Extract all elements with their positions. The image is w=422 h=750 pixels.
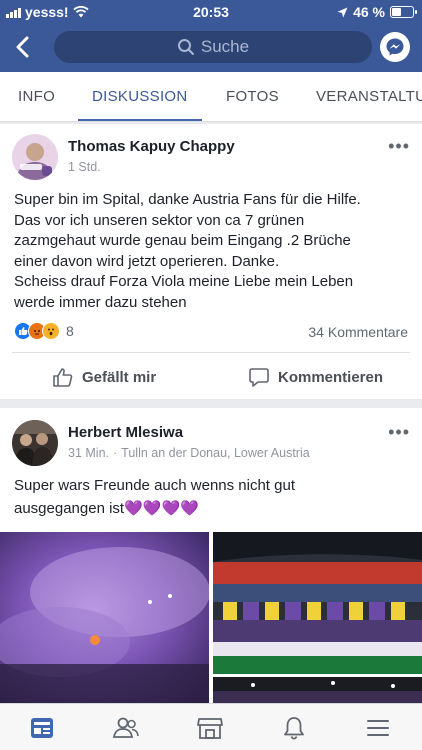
- post-text-line: einer davon wird jetzt operieren. Danke.: [14, 252, 280, 270]
- notifications-bell-icon[interactable]: [280, 714, 308, 742]
- more-options-icon[interactable]: •••: [388, 422, 410, 443]
- post-text-line: ausgegangen ist💜💜💜💜: [14, 500, 199, 517]
- tab-veranstaltungen[interactable]: VERANSTALTU: [316, 72, 422, 121]
- bottom-navigation: [0, 703, 422, 750]
- post-text-line: werde immer dazu stehen: [14, 293, 187, 311]
- like-button[interactable]: Gefällt mir: [52, 366, 156, 388]
- status-bar: yesss! 20:53 46 %: [0, 0, 422, 24]
- friends-icon[interactable]: [112, 714, 140, 742]
- photo-stadium-lights[interactable]: [213, 677, 422, 703]
- top-bar: yesss! 20:53 46 % Suche: [0, 0, 422, 72]
- post-time[interactable]: 31 Min.: [68, 446, 109, 460]
- search-icon: [177, 39, 194, 55]
- post-author[interactable]: Herbert Mlesiwa: [68, 424, 183, 441]
- location-arrow-icon: [337, 7, 348, 17]
- post-time[interactable]: 1 Std.: [68, 160, 101, 174]
- marketplace-icon[interactable]: [196, 714, 224, 742]
- battery-percent: 46 %: [353, 4, 385, 20]
- search-placeholder: Suche: [200, 37, 250, 56]
- divider: [12, 352, 410, 353]
- post-meta: 1 Std.: [68, 160, 101, 174]
- comment-count[interactable]: 34 Kommentare: [308, 324, 408, 340]
- menu-hamburger-icon[interactable]: [364, 714, 392, 742]
- messenger-icon[interactable]: [380, 32, 410, 62]
- comment-button[interactable]: Kommentieren: [248, 366, 383, 388]
- tab-fotos[interactable]: FOTOS: [226, 72, 279, 121]
- tab-diskussion[interactable]: DISKUSSION: [78, 72, 201, 121]
- wow-reaction-icon: [42, 322, 60, 340]
- post-location[interactable]: Tulln an der Donau, Lower Austria: [121, 446, 310, 460]
- thumbs-up-icon: [53, 368, 73, 387]
- post-card: Thomas Kapuy Chappy 1 Std. ••• Super bin…: [0, 124, 422, 399]
- comment-icon: [249, 368, 269, 387]
- group-tabs: INFO DISKUSSION FOTOS VERANSTALTU: [0, 72, 422, 122]
- battery-icon: [390, 6, 417, 18]
- more-options-icon[interactable]: •••: [388, 136, 410, 157]
- meta-separator: ·: [113, 446, 118, 460]
- post-meta: 31 Min. · Tulln an der Donau, Lower Aust…: [68, 446, 310, 460]
- photo-stadium-banners[interactable]: [213, 532, 422, 674]
- post-text-line: Super wars Freunde auch wenns nicht gut: [14, 477, 295, 494]
- post-text: Super wars Freunde auch wenns nicht gut …: [14, 474, 412, 520]
- avatar[interactable]: [12, 134, 58, 180]
- reaction-count: 8: [66, 323, 74, 339]
- status-right: 46 %: [337, 4, 417, 20]
- post-card: Herbert Mlesiwa 31 Min. · Tulln an der D…: [0, 408, 422, 703]
- photo-grid: [0, 532, 422, 703]
- like-label: Gefällt mir: [82, 368, 157, 386]
- nav-row: Suche: [0, 28, 422, 66]
- comment-label: Kommentieren: [278, 368, 384, 386]
- app-screen: yesss! 20:53 46 % Suche INFO DISKUSSION …: [0, 0, 422, 750]
- post-author[interactable]: Thomas Kapuy Chappy: [68, 138, 235, 155]
- post-text-line: Super bin im Spital, danke Austria Fans …: [14, 191, 361, 208]
- post-text-line: zazmgehaut wurde genau beim Eingang .2 B…: [14, 232, 351, 249]
- back-arrow-icon[interactable]: [10, 34, 36, 60]
- post-text-line: Das vor ich unseren sektor von ca 7 grün…: [14, 211, 305, 229]
- post-text-line: Scheiss drauf Forza Viola meine Liebe me…: [14, 273, 354, 290]
- post-text: Super bin im Spital, danke Austria Fans …: [14, 190, 412, 313]
- search-input[interactable]: Suche: [54, 31, 372, 63]
- news-feed-icon[interactable]: [28, 714, 56, 742]
- avatar[interactable]: [12, 420, 58, 466]
- reactions-summary[interactable]: 8: [14, 322, 74, 340]
- photo-smoke-stands[interactable]: [0, 532, 209, 703]
- tab-info[interactable]: INFO: [18, 72, 55, 121]
